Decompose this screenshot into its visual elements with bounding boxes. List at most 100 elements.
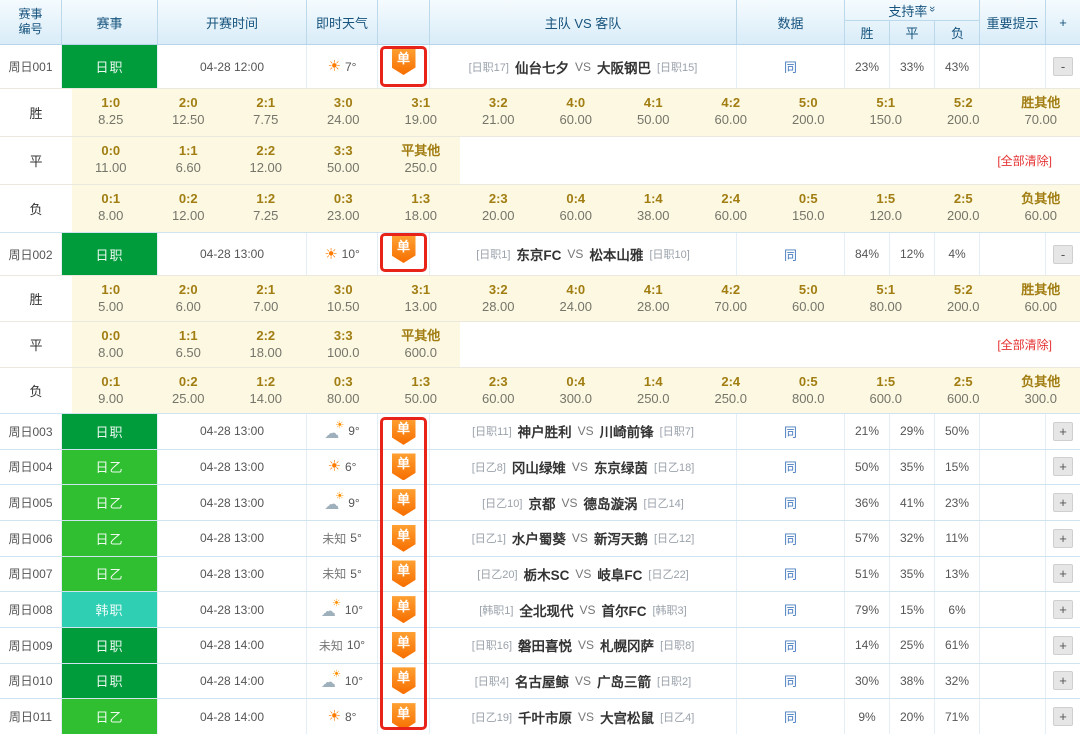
clear-all-link[interactable]: [全部清除] (997, 322, 1080, 367)
odds-cell[interactable]: 3:113.00 (382, 276, 460, 321)
cloud-icon: ☁ (321, 604, 336, 619)
notice-cell (980, 414, 1046, 449)
data-link[interactable]: 同 (784, 422, 797, 441)
odds-cell[interactable]: 1:214.00 (227, 368, 305, 413)
odds-cell[interactable]: 3:350.00 (305, 137, 383, 184)
odds-cell[interactable]: 1:05.00 (72, 276, 150, 321)
odds-value: 600.0 (847, 390, 925, 407)
expand-button[interactable]: + (1053, 529, 1073, 548)
odds-cell[interactable]: 0:08.00 (72, 322, 150, 367)
sun-icon: ☀ (324, 247, 337, 262)
odds-cell[interactable]: 2:06.00 (150, 276, 228, 321)
vs-label: VS (578, 424, 594, 438)
odds-cell[interactable]: 2:5600.0 (925, 368, 1003, 413)
expand-button[interactable]: + (1053, 564, 1073, 583)
odds-cell[interactable]: 0:5800.0 (770, 368, 848, 413)
odds-cell[interactable]: 4:024.00 (537, 276, 615, 321)
odds-cell[interactable]: 1:16.60 (150, 137, 228, 184)
odds-cell[interactable]: 0:212.00 (150, 185, 228, 232)
data-link[interactable]: 同 (784, 564, 797, 583)
collapse-button[interactable]: - (1053, 245, 1073, 264)
header-support-rate[interactable]: 支持率 » 胜 平 负 (845, 0, 980, 44)
match-id: 周日001 (0, 45, 62, 88)
odds-cell[interactable]: 5:2200.0 (925, 89, 1003, 136)
odds-cell[interactable]: 4:270.00 (692, 276, 770, 321)
odds-cell[interactable]: 0:4300.0 (537, 368, 615, 413)
odds-cell[interactable]: 0:323.00 (305, 185, 383, 232)
odds-value: 18.00 (227, 344, 305, 361)
odds-cell[interactable]: 3:010.50 (305, 276, 383, 321)
odds-cell[interactable]: 5:060.00 (770, 276, 848, 321)
odds-cell[interactable]: 4:260.00 (692, 89, 770, 136)
odds-cell[interactable]: 负其他60.00 (1002, 185, 1080, 232)
expand-button[interactable]: + (1053, 493, 1073, 512)
odds-cell[interactable]: 1:27.25 (227, 185, 305, 232)
data-link[interactable]: 同 (784, 600, 797, 619)
odds-cell[interactable]: 1:5600.0 (847, 368, 925, 413)
odds-cell[interactable]: 1:16.50 (150, 322, 228, 367)
home-team-name: 冈山绿雉 (512, 457, 566, 477)
odds-cell[interactable]: 0:5150.0 (770, 185, 848, 232)
odds-cell[interactable]: 2:17.75 (227, 89, 305, 136)
header-expand-all[interactable]: + (1046, 0, 1080, 44)
toggle-cell: + (1046, 414, 1080, 449)
odds-cell[interactable]: 5:0200.0 (770, 89, 848, 136)
odds-cell[interactable]: 平其他600.0 (382, 322, 460, 367)
expand-button[interactable]: + (1053, 707, 1073, 726)
odds-cell[interactable]: 0:19.00 (72, 368, 150, 413)
data-link[interactable]: 同 (784, 493, 797, 512)
data-link[interactable]: 同 (784, 707, 797, 726)
data-link[interactable]: 同 (784, 245, 797, 264)
odds-cell[interactable]: 负其他300.0 (1002, 368, 1080, 413)
expand-button[interactable]: + (1053, 600, 1073, 619)
odds-cell[interactable]: 0:011.00 (72, 137, 150, 184)
odds-cell[interactable]: 平其他250.0 (382, 137, 460, 184)
odds-cell[interactable]: 1:5120.0 (847, 185, 925, 232)
odds-cell[interactable]: 2:012.50 (150, 89, 228, 136)
odds-cell[interactable]: 4:150.00 (615, 89, 693, 136)
expand-button[interactable]: + (1053, 671, 1073, 690)
odds-cell[interactable]: 胜其他60.00 (1002, 276, 1080, 321)
odds-cell[interactable]: 2:4250.0 (692, 368, 770, 413)
odds-cell[interactable]: 0:380.00 (305, 368, 383, 413)
odds-cell[interactable]: 1:350.00 (382, 368, 460, 413)
data-link[interactable]: 同 (784, 636, 797, 655)
data-link[interactable]: 同 (784, 57, 797, 76)
odds-cell[interactable]: 2:17.00 (227, 276, 305, 321)
odds-cell[interactable]: 2:360.00 (460, 368, 538, 413)
odds-cell[interactable]: 2:460.00 (692, 185, 770, 232)
odds-cell[interactable]: 1:438.00 (615, 185, 693, 232)
expand-button[interactable]: + (1053, 422, 1073, 441)
data-link[interactable]: 同 (784, 457, 797, 476)
odds-cell[interactable]: 3:119.00 (382, 89, 460, 136)
expand-button[interactable]: + (1053, 636, 1073, 655)
odds-cell[interactable]: 2:218.00 (227, 322, 305, 367)
odds-cell[interactable]: 0:460.00 (537, 185, 615, 232)
odds-cell[interactable]: 胜其他70.00 (1002, 89, 1080, 136)
data-link[interactable]: 同 (784, 671, 797, 690)
odds-cell[interactable]: 0:225.00 (150, 368, 228, 413)
odds-cell[interactable]: 3:3100.0 (305, 322, 383, 367)
odds-cell[interactable]: 3:228.00 (460, 276, 538, 321)
odds-cell[interactable]: 5:2200.0 (925, 276, 1003, 321)
odds-cell[interactable]: 4:060.00 (537, 89, 615, 136)
score-label: 2:3 (460, 374, 538, 390)
clear-all-link[interactable]: [全部清除] (997, 137, 1080, 184)
odds-cell[interactable]: 0:18.00 (72, 185, 150, 232)
odds-cell[interactable]: 3:024.00 (305, 89, 383, 136)
away-team-name: 松本山雅 (589, 244, 643, 264)
collapse-button[interactable]: - (1053, 57, 1073, 76)
odds-cell[interactable]: 1:08.25 (72, 89, 150, 136)
odds-cell[interactable]: 2:5200.0 (925, 185, 1003, 232)
odds-cell[interactable]: 4:128.00 (615, 276, 693, 321)
expand-button[interactable]: + (1053, 457, 1073, 476)
odds-cell[interactable]: 5:1150.0 (847, 89, 925, 136)
odds-cell[interactable]: 2:212.00 (227, 137, 305, 184)
data-link[interactable]: 同 (784, 529, 797, 548)
support-rate-title[interactable]: 支持率 » (845, 0, 979, 21)
odds-cell[interactable]: 5:180.00 (847, 276, 925, 321)
odds-cell[interactable]: 2:320.00 (460, 185, 538, 232)
odds-cell[interactable]: 1:4250.0 (615, 368, 693, 413)
odds-cell[interactable]: 3:221.00 (460, 89, 538, 136)
odds-cell[interactable]: 1:318.00 (382, 185, 460, 232)
